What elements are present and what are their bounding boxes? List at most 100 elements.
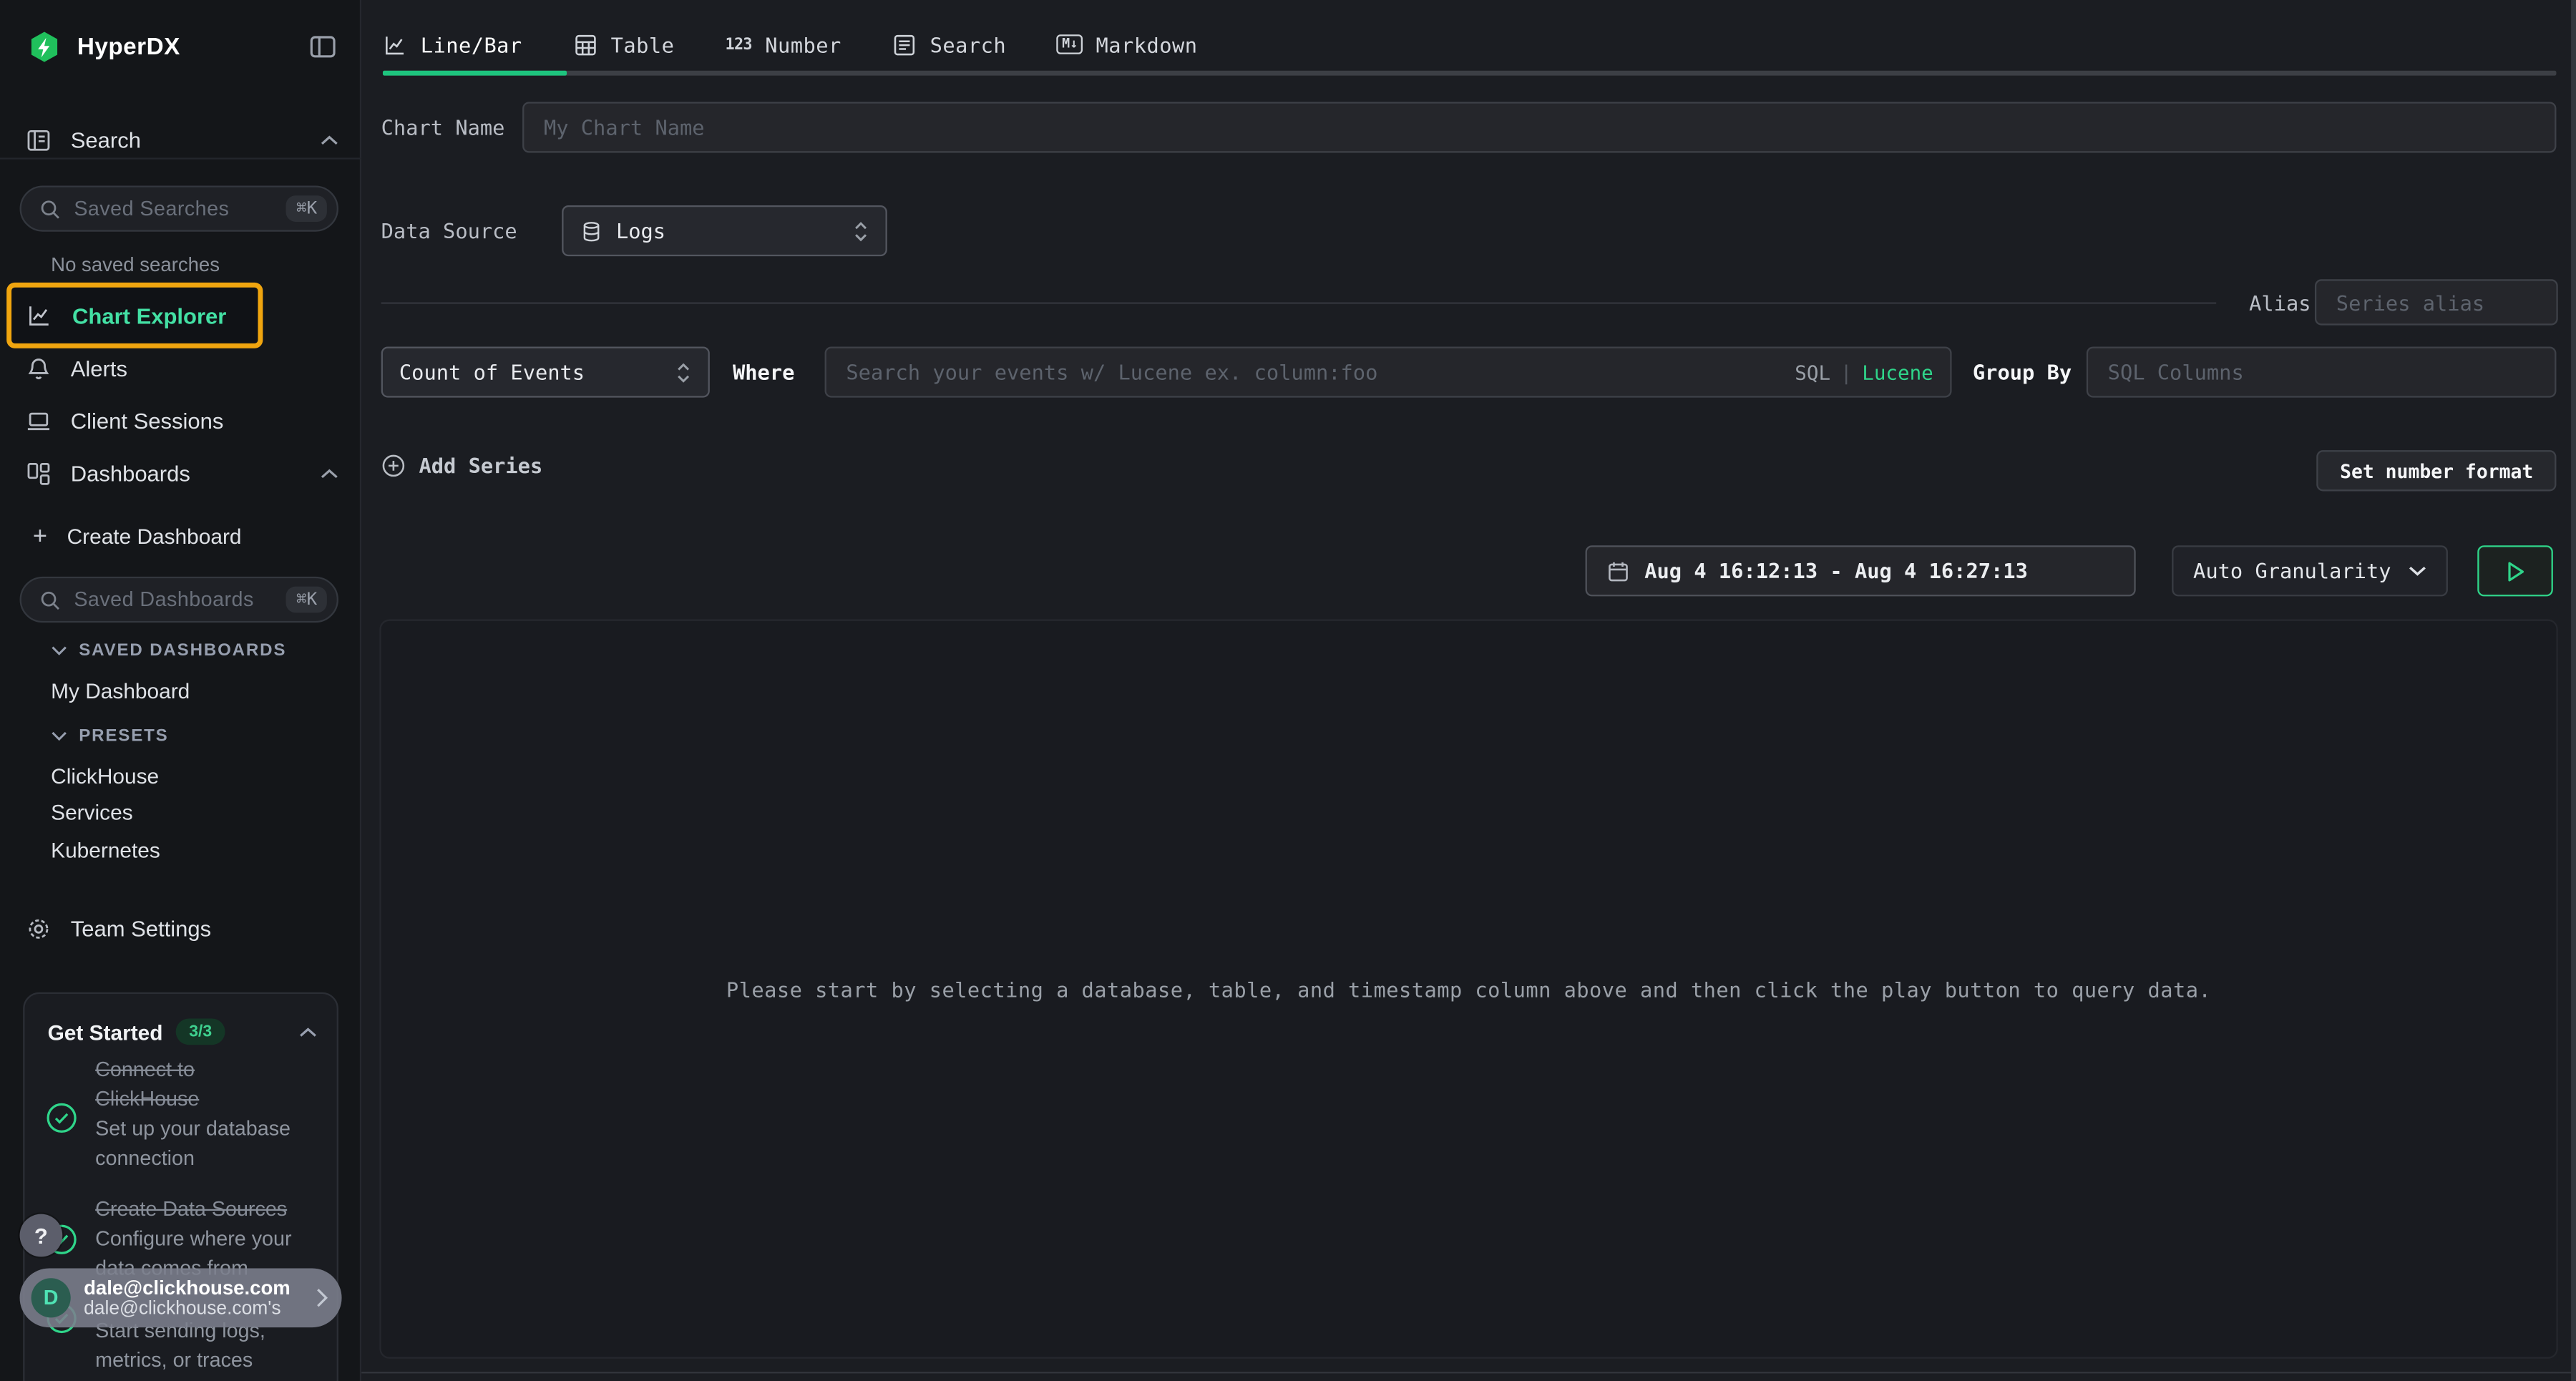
vertical-scrollbar[interactable] <box>2571 0 2576 1381</box>
granularity-select[interactable]: Auto Granularity <box>2172 545 2448 596</box>
sidebar-item-team-settings[interactable]: Team Settings <box>0 907 361 950</box>
tab-label: Markdown <box>1096 32 1198 57</box>
markdown-icon: M↓ <box>1057 34 1083 54</box>
sidebar-item-client-sessions[interactable]: Client Sessions <box>0 399 361 442</box>
chevron-up-icon[interactable] <box>321 467 338 479</box>
tab-label: Search <box>930 32 1006 57</box>
group-header-label: PRESETS <box>79 726 168 746</box>
data-source-select[interactable]: Logs <box>562 205 887 256</box>
user-email: dale@clickhouse.com <box>84 1276 309 1299</box>
dashboards-icon <box>26 461 51 485</box>
search-section-icon <box>26 127 51 152</box>
chart-explorer-highlight-box[interactable]: Chart Explorer <box>6 283 263 348</box>
logo-row: HyperDX <box>26 26 337 69</box>
bell-icon <box>26 356 51 380</box>
preset-item-kubernetes[interactable]: Kubernetes <box>51 838 160 862</box>
line-chart-icon <box>383 32 407 57</box>
sidebar: HyperDX Search Saved Searches ⌘K <box>0 0 361 1381</box>
saved-searches-input[interactable]: Saved Searches ⌘K <box>20 185 338 231</box>
set-number-format-button[interactable]: Set number format <box>2317 450 2557 491</box>
aggregation-select[interactable]: Count of Events <box>381 346 710 397</box>
chart-explorer-main: Line/Bar Table 123 Number Search <box>361 0 2576 1381</box>
shortcut-badge: ⌘K <box>286 195 327 222</box>
search-icon <box>39 198 61 220</box>
run-query-button[interactable] <box>2477 545 2553 596</box>
tab-search[interactable]: Search <box>892 20 1057 69</box>
preset-item-services[interactable]: Services <box>51 800 132 824</box>
series-builder-row: Count of Events Where SQL | Lucene Group… <box>381 346 2557 397</box>
progress-badge: 3/3 <box>176 1018 225 1045</box>
task-connect-clickhouse[interactable]: Connect to ClickHouse Set up your databa… <box>95 1055 328 1173</box>
help-button[interactable]: ? <box>20 1214 63 1257</box>
data-source-value: Logs <box>616 218 665 243</box>
alias-label: Alias <box>2249 291 2311 315</box>
add-series-button[interactable]: Add Series <box>381 454 543 478</box>
dashboard-item-my-dashboard[interactable]: My Dashboard <box>51 678 190 703</box>
chart-name-row: Chart Name <box>381 102 2557 152</box>
sidebar-item-alerts[interactable]: Alerts <box>0 346 361 389</box>
saved-searches-placeholder: Saved Searches <box>74 197 286 220</box>
create-dashboard-button[interactable]: + Create Dashboard <box>0 514 361 557</box>
where-input[interactable] <box>825 346 1951 397</box>
sidebar-item-search[interactable]: Search <box>0 118 361 161</box>
preset-item-clickhouse[interactable]: ClickHouse <box>51 764 159 789</box>
query-toolbar: Aug 4 16:12:13 - Aug 4 16:27:13 Auto Gra… <box>381 545 2553 596</box>
chart-name-label: Chart Name <box>381 115 522 140</box>
presets-group-header[interactable]: PRESETS <box>51 726 168 746</box>
saved-dashboards-group-header[interactable]: SAVED DASHBOARDS <box>51 640 286 660</box>
data-source-label: Data Source <box>381 218 562 243</box>
saved-dashboards-input[interactable]: Saved Dashboards ⌘K <box>20 577 338 623</box>
tab-markdown[interactable]: M↓ Markdown <box>1057 20 1248 69</box>
saved-dashboards-placeholder: Saved Dashboards <box>74 588 286 611</box>
group-header-label: SAVED DASHBOARDS <box>79 640 286 660</box>
chevron-up-icon[interactable] <box>299 1026 317 1038</box>
user-menu[interactable]: D dale@clickhouse.com dale@clickhouse.co… <box>20 1268 342 1327</box>
alias-input[interactable] <box>2315 279 2558 325</box>
task-desc: metrics, or traces <box>95 1345 328 1375</box>
group-by-label: Group By <box>1973 360 2072 384</box>
group-by-input[interactable] <box>2087 346 2557 397</box>
lucene-toggle[interactable]: Lucene <box>1862 361 1933 384</box>
set-number-format-label: Set number format <box>2340 459 2533 482</box>
add-series-label: Add Series <box>419 454 542 478</box>
get-started-header[interactable]: Get Started 3/3 <box>48 1015 318 1048</box>
task-desc: Configure where your <box>95 1224 328 1253</box>
play-icon <box>2505 560 2525 582</box>
series-divider <box>381 302 2217 303</box>
query-language-toggle: SQL | Lucene <box>1795 346 1933 397</box>
tab-label: Table <box>611 32 675 57</box>
create-dashboard-label: Create Dashboard <box>67 523 242 547</box>
chart-name-input[interactable] <box>522 102 2556 152</box>
plus-circle-icon <box>381 454 406 478</box>
user-team: dale@clickhouse.com's <box>84 1299 309 1320</box>
number-123-icon: 123 <box>726 35 752 53</box>
no-saved-searches-text: No saved searches <box>51 253 220 276</box>
sidebar-item-label: Search <box>71 127 141 152</box>
tab-line-bar[interactable]: Line/Bar <box>383 20 573 69</box>
calendar-icon <box>1606 560 1629 582</box>
sidebar-item-chart-explorer: Chart Explorer <box>72 303 226 328</box>
time-range-picker[interactable]: Aug 4 16:12:13 - Aug 4 16:27:13 <box>1586 545 2136 596</box>
bottom-section-divider <box>361 1372 2576 1373</box>
collapse-sidebar-icon[interactable] <box>309 33 337 61</box>
sql-toggle[interactable]: SQL <box>1795 361 1830 384</box>
data-source-row: Data Source Logs <box>381 205 887 256</box>
get-started-title: Get Started <box>48 1020 163 1044</box>
sidebar-item-label: Dashboards <box>71 461 190 485</box>
tab-table[interactable]: Table <box>573 20 726 69</box>
sidebar-item-label: Team Settings <box>71 916 211 940</box>
tab-label: Line/Bar <box>421 32 522 57</box>
tab-label: Number <box>765 32 841 57</box>
sidebar-item-dashboards[interactable]: Dashboards <box>0 452 361 494</box>
task-desc: connection <box>95 1143 328 1173</box>
sidebar-item-label: Alerts <box>71 356 127 380</box>
avatar: D <box>31 1278 71 1317</box>
tab-number[interactable]: 123 Number <box>726 20 892 69</box>
tab-active-indicator <box>383 70 567 75</box>
hyperdx-logo-icon <box>26 29 63 66</box>
aggregation-value: Count of Events <box>399 360 585 384</box>
empty-state-message: Please start by selecting a database, ta… <box>726 977 2211 1001</box>
sidebar-item-label: Client Sessions <box>71 409 224 433</box>
task-title: Connect to <box>95 1055 328 1084</box>
chevron-up-icon[interactable] <box>321 134 338 145</box>
